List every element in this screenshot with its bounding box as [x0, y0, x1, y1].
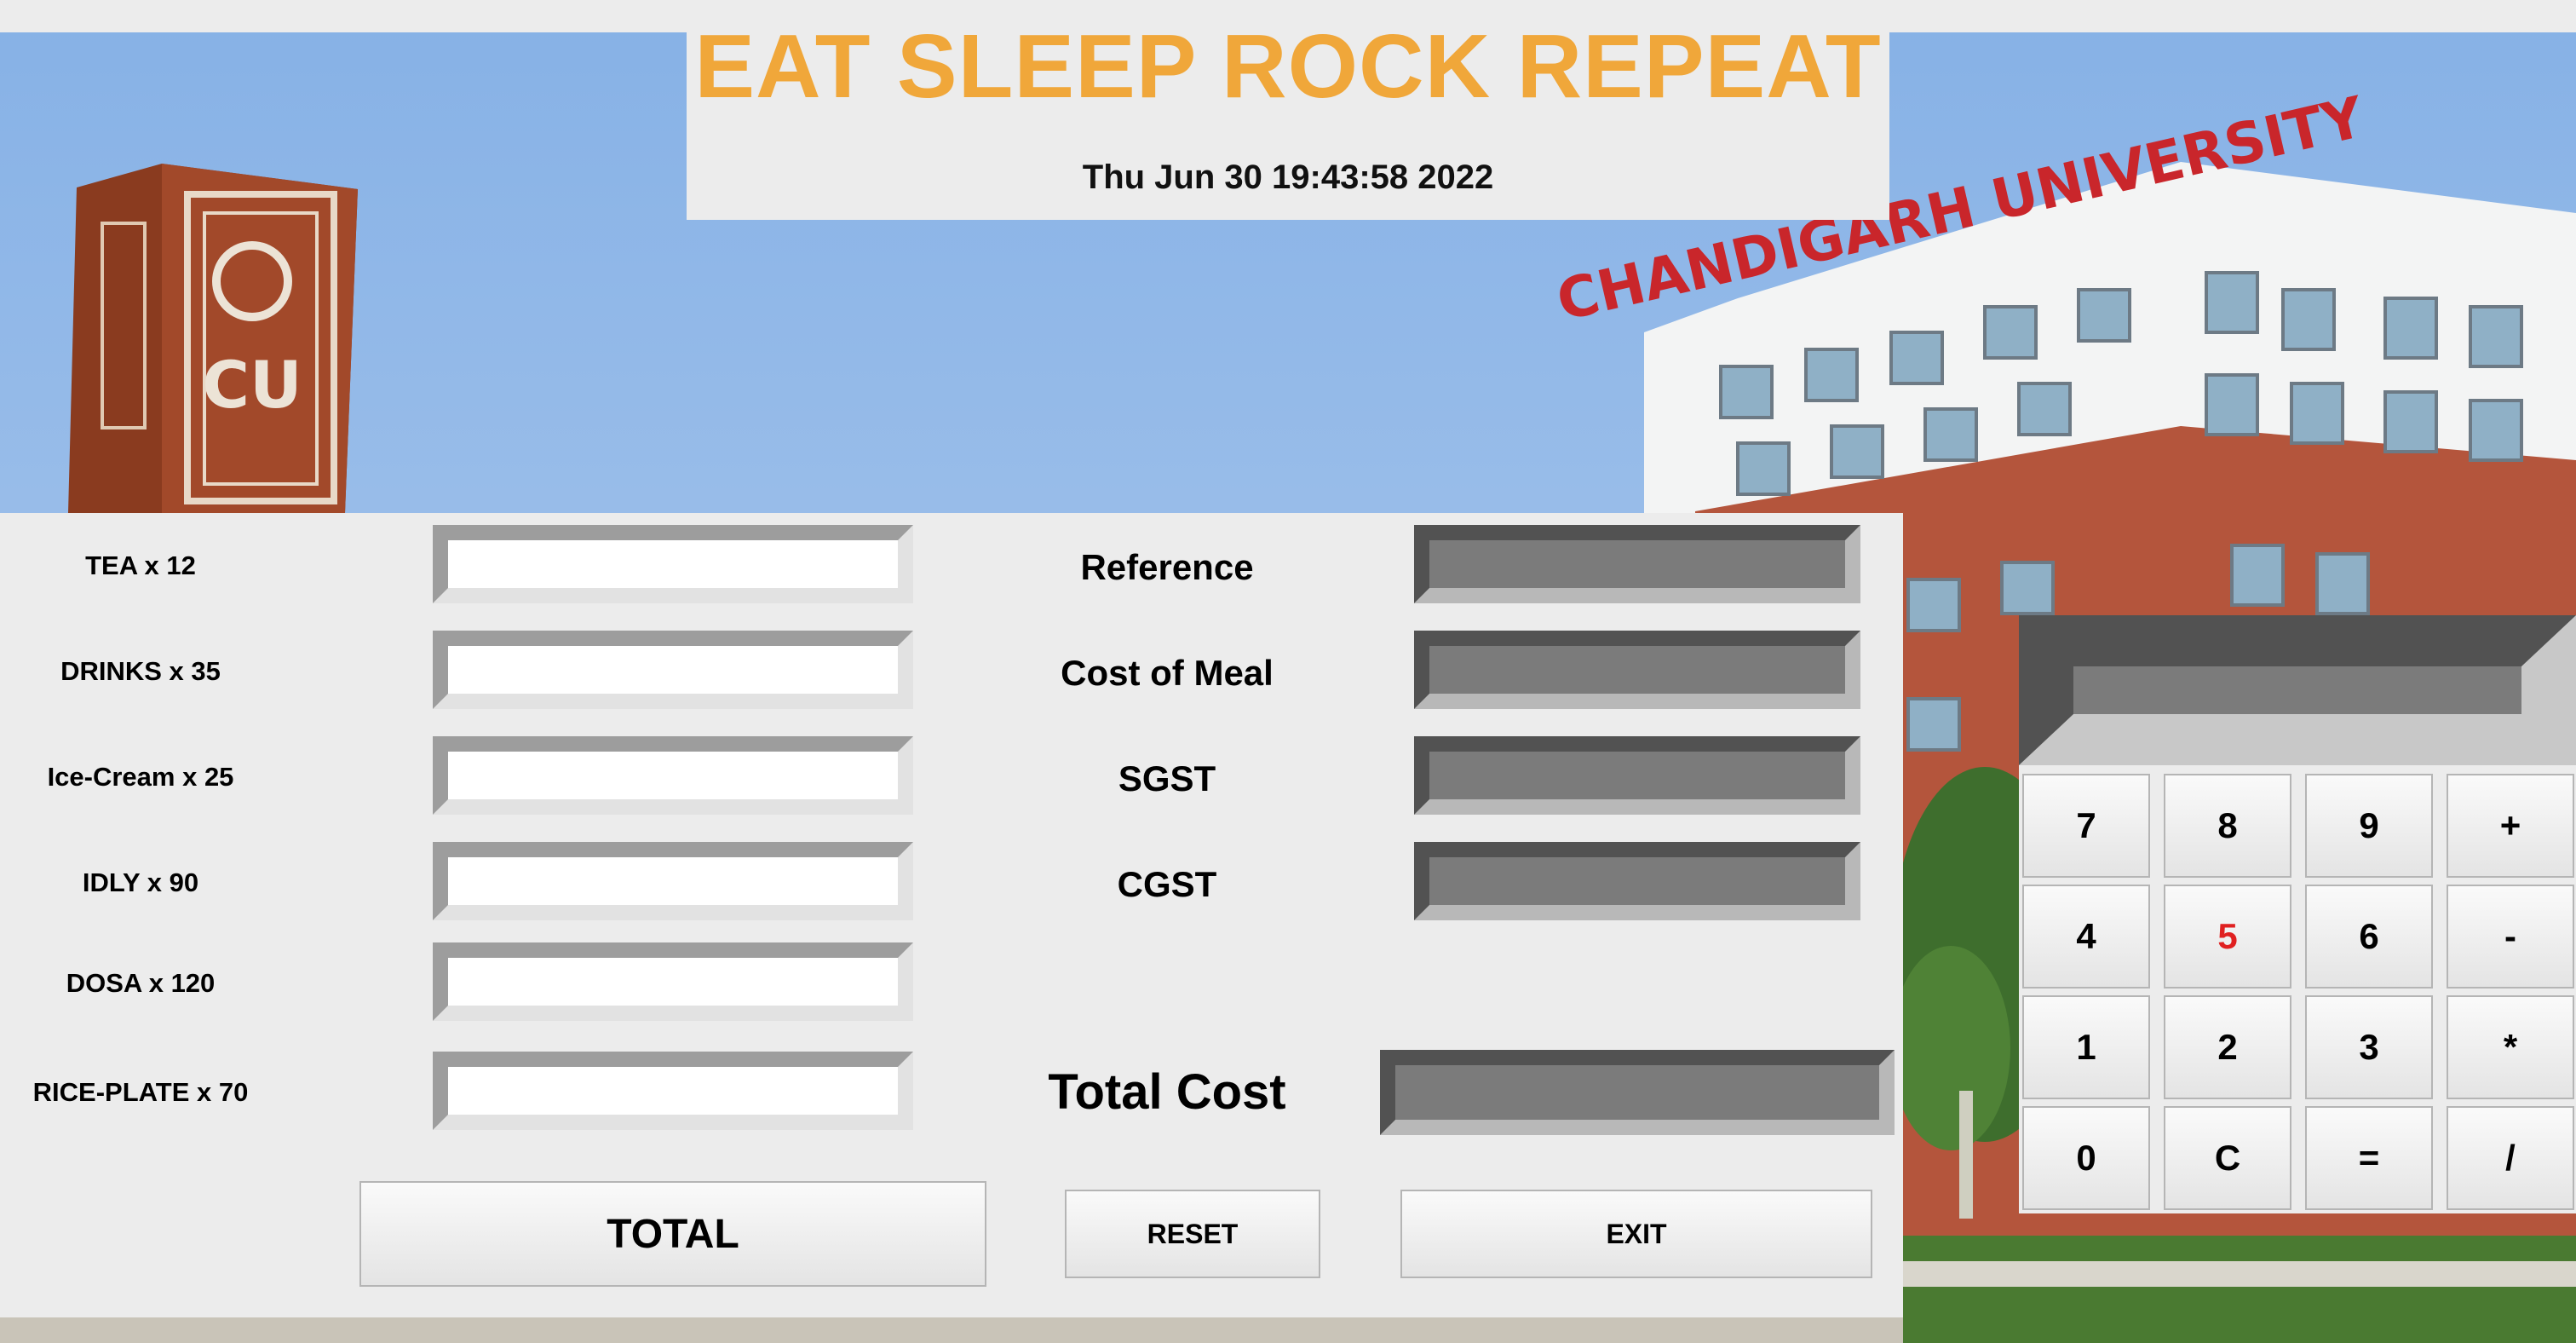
sgst-input[interactable]	[1429, 752, 1845, 799]
dosa-quantity-input[interactable]	[448, 958, 898, 1006]
item-label-tea: TEA x 12	[85, 550, 196, 580]
tea-quantity-input[interactable]	[448, 540, 898, 588]
calc-key-0[interactable]: 0	[2022, 1106, 2150, 1210]
rice-plate-quantity-input[interactable]	[448, 1067, 898, 1115]
item-label-dosa: DOSA x 120	[66, 968, 216, 998]
item-label-rice-plate: RICE-PLATE x 70	[32, 1077, 249, 1107]
tea-quantity-field	[433, 525, 913, 603]
total-cost-input[interactable]	[1395, 1065, 1879, 1120]
item-label-drinks: DRINKS x 35	[60, 656, 221, 686]
cost-of-meal-input[interactable]	[1429, 646, 1845, 694]
cost-of-meal-label: Cost of Meal	[1061, 653, 1274, 693]
total-cost-label: Total Cost	[1048, 1064, 1286, 1120]
svg-text:CU: CU	[202, 347, 302, 423]
reference-field	[1414, 525, 1860, 603]
drinks-quantity-input[interactable]	[448, 646, 898, 694]
dosa-quantity-field	[433, 942, 913, 1021]
calc-key-divide[interactable]: /	[2447, 1106, 2574, 1210]
calc-key-3[interactable]: 3	[2305, 995, 2433, 1099]
calc-key-equals[interactable]: =	[2305, 1106, 2433, 1210]
calc-key-4[interactable]: 4	[2022, 885, 2150, 989]
cu-pillar: CU	[68, 164, 358, 513]
cgst-field	[1414, 842, 1860, 920]
reference-label: Reference	[1080, 547, 1254, 587]
calc-key-clear[interactable]: C	[2164, 1106, 2291, 1210]
datetime-label: Thu Jun 30 19:43:58 2022	[1082, 159, 1494, 196]
rice-plate-quantity-field	[433, 1052, 913, 1130]
ice-cream-quantity-input[interactable]	[448, 752, 898, 799]
sgst-field	[1414, 736, 1860, 815]
exit-button[interactable]: EXIT	[1400, 1190, 1872, 1278]
calc-key-7[interactable]: 7	[2022, 774, 2150, 878]
calc-key-minus[interactable]: -	[2447, 885, 2574, 989]
calc-key-multiply[interactable]: *	[2447, 995, 2574, 1099]
calc-key-6[interactable]: 6	[2305, 885, 2433, 989]
calc-key-8[interactable]: 8	[2164, 774, 2291, 878]
ice-cream-quantity-field	[433, 736, 913, 815]
item-label-idly: IDLY x 90	[82, 867, 199, 897]
idly-quantity-field	[433, 842, 913, 920]
calc-key-9[interactable]: 9	[2305, 774, 2433, 878]
item-label-ice-cream: Ice-Cream x 25	[47, 762, 234, 792]
cost-of-meal-field	[1414, 631, 1860, 709]
calc-key-5[interactable]: 5	[2164, 885, 2291, 989]
header-panel: EAT SLEEP ROCK REPEAT Thu Jun 30 19:43:5…	[687, 0, 1889, 220]
calculator-display-input[interactable]	[2073, 666, 2521, 714]
calculator-display	[2019, 615, 2576, 765]
sgst-label: SGST	[1118, 758, 1216, 798]
order-panel: TEA x 12 DRINKS x 35 Ice-Cream x 25 IDLY…	[0, 513, 1903, 1317]
idly-quantity-input[interactable]	[448, 857, 898, 905]
calculator-panel: 7 8 9 +4 5 6- 1 2 3 * 0 C = /	[2019, 615, 2576, 1213]
calc-key-plus[interactable]: +	[2447, 774, 2574, 878]
drinks-quantity-field	[433, 631, 913, 709]
reference-input[interactable]	[1429, 540, 1845, 588]
reset-button[interactable]: RESET	[1065, 1190, 1320, 1278]
cgst-input[interactable]	[1429, 857, 1845, 905]
total-button[interactable]: TOTAL	[359, 1181, 986, 1287]
calc-key-2[interactable]: 2	[2164, 995, 2291, 1099]
total-cost-field	[1380, 1050, 1895, 1135]
calc-key-1[interactable]: 1	[2022, 995, 2150, 1099]
cgst-label: CGST	[1117, 864, 1217, 904]
app-title: EAT SLEEP ROCK REPEAT	[694, 16, 1882, 117]
